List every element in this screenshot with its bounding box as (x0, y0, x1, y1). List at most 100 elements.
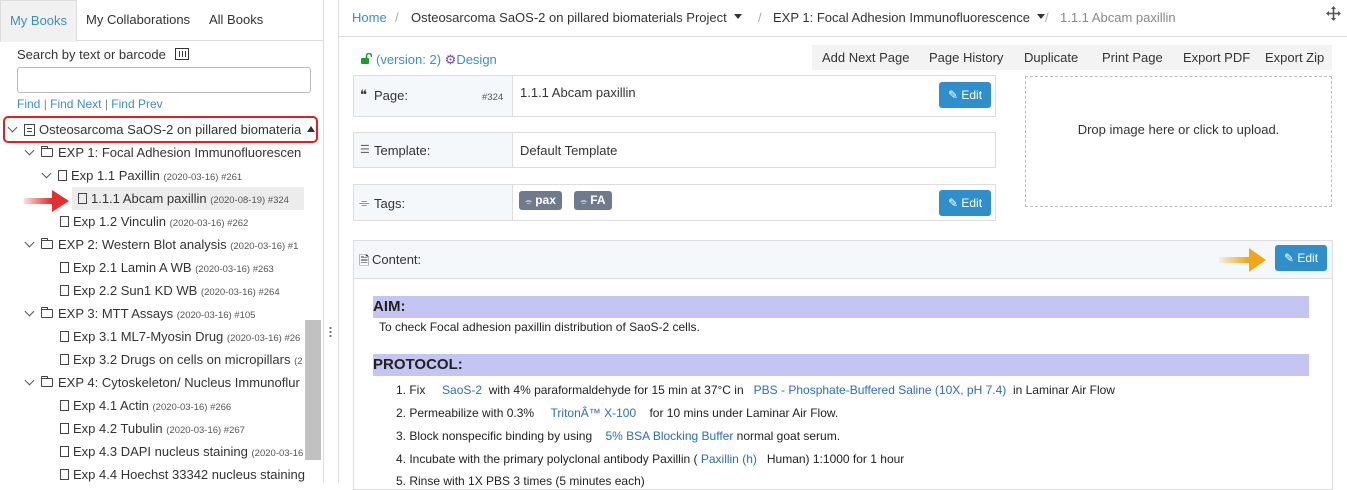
reagent-link[interactable]: PBS - Phosphate-Buffered Saline (10X, pH… (754, 383, 1007, 397)
page-icon (60, 262, 69, 274)
page-icon (60, 285, 69, 297)
image-drop-zone[interactable]: Drop image here or click to upload. (1025, 76, 1332, 207)
tree-node-label: 1.1.1 Abcam paxillin (91, 191, 207, 206)
page-history-button[interactable]: Page History (929, 45, 1003, 70)
pointer-arrow-icon (1219, 248, 1266, 272)
tree-node-page-324[interactable]: 1.1.1 Abcam paxillin (2020-08-19) #324 (78, 187, 289, 210)
tree-node-exp43[interactable]: Exp 4.3 DAPI nucleus staining (2020-03-1… (60, 440, 303, 463)
tree-node-label: EXP 4: Cytoskeleton/ Nucleus Immunoflur (58, 375, 300, 390)
tree-node-exp42[interactable]: Exp 4.2 Tubulin (2020-03-16) #267 (60, 417, 245, 440)
protocol-step: 3. Block nonspecific binding by using 5%… (396, 429, 840, 443)
export-zip-button[interactable]: Export Zip (1265, 45, 1324, 70)
aim-heading: AIM: (373, 296, 1309, 318)
barcode-icon[interactable] (175, 48, 189, 60)
page-field-label: Page: (374, 88, 408, 103)
tree-node-label: Exp 4.2 Tubulin (73, 421, 163, 436)
gear-icon: ⚙ (444, 52, 457, 67)
version-link[interactable]: (version: 2) (376, 52, 441, 67)
tree-node-label: Exp 3.2 Drugs on cells on micropillars (73, 352, 291, 367)
tree-node-exp21[interactable]: Exp 2.1 Lamin A WB (2020-03-16) #263 (60, 256, 274, 279)
reagent-link[interactable]: Paxillin (h) (701, 452, 757, 466)
chevron-down-icon[interactable] (25, 147, 35, 157)
tree-node-meta: (2020-03-16) #262 (169, 218, 249, 229)
chevron-down-icon[interactable] (42, 170, 52, 180)
tags-field-label-cell: ⌯ Tags: (354, 185, 513, 220)
page-icon (78, 193, 87, 205)
edit-label: Edit (1297, 251, 1319, 265)
reagent-link[interactable]: TritonÂ™ X-100 (551, 406, 637, 420)
tree-node-exp12[interactable]: Exp 1.2 Vinculin (2020-03-16) #262 (60, 210, 248, 233)
tree-node-exp41[interactable]: Exp 4.1 Actin (2020-03-16) #266 (60, 394, 231, 417)
pencil-icon: ✎ (947, 196, 962, 210)
breadcrumb-experiment[interactable]: EXP 1: Focal Adhesion Immunofluorescence (773, 0, 1046, 36)
tree-node-label: EXP 3: MTT Assays (58, 306, 174, 321)
quote-icon: ❝ (360, 87, 367, 102)
tree-node-label: Exp 4.3 DAPI nucleus staining (73, 444, 248, 459)
page-edit-button[interactable]: ✎ Edit (939, 82, 991, 108)
tree-node-exp44[interactable]: Exp 4.4 Hoechst 33342 nucleus staining (60, 463, 305, 483)
duplicate-button[interactable]: Duplicate (1024, 45, 1078, 70)
tree-node-label: Exp 1.2 Vinculin (73, 214, 166, 229)
breadcrumb-home[interactable]: Home (352, 0, 387, 36)
breadcrumb-project[interactable]: Osteosarcoma SaOS-2 on pillared biomater… (411, 0, 742, 36)
tag-label: FA (590, 193, 606, 207)
reagent-link[interactable]: SaoS-2 (442, 383, 482, 397)
tags-field-label: Tags: (374, 196, 406, 211)
splitter-handle[interactable] (329, 326, 332, 338)
tree-node-meta: (2020-03-16) #26 (226, 333, 301, 344)
step-text: 3. Block nonspecific binding by using (396, 429, 593, 443)
find-prev-link[interactable]: Find Prev (111, 97, 162, 111)
tree-node-exp31[interactable]: Exp 3.1 ML7-Myosin Drug (2020-03-16) #26 (60, 325, 300, 348)
caret-up-icon[interactable] (307, 126, 315, 132)
chevron-down-icon[interactable] (25, 377, 35, 387)
step-text: 4. Incubate with the primary polyclonal … (396, 452, 698, 466)
folder-icon (41, 307, 53, 319)
tab-my-collaborations[interactable]: My Collaborations (86, 0, 190, 40)
step-text: in Laminar Air Flow (1012, 383, 1115, 397)
caret-down-icon (733, 14, 742, 20)
tree-node-label: Exp 2.2 Sun1 KD WB (73, 283, 198, 298)
tree-node-exp22[interactable]: Exp 2.2 Sun1 KD WB (2020-03-16) #264 (60, 279, 280, 302)
reagent-link[interactable]: 5% BSA Blocking Buffer (605, 429, 733, 443)
tree-node-meta: (2020-08-19) #324 (210, 195, 289, 206)
tree-node-exp2[interactable]: EXP 2: Western Blot analysis (2020-03-16… (25, 233, 298, 256)
search-input[interactable] (17, 67, 311, 93)
content-edit-button[interactable]: ✎ Edit (1275, 245, 1327, 271)
highlight-box (3, 116, 318, 143)
tab-my-books[interactable]: My Books (0, 0, 77, 42)
find-links: Find | Find Next | Find Prev (17, 97, 163, 111)
tag-chip[interactable]: ⌯ FA (574, 191, 612, 210)
tree-node-exp1[interactable]: EXP 1: Focal Adhesion Immunofluorescen (25, 141, 301, 164)
find-next-link[interactable]: Find Next (50, 97, 101, 111)
step-text: Human) 1:1000 for 1 hour (766, 452, 905, 466)
chevron-down-icon[interactable] (25, 308, 35, 318)
print-page-button[interactable]: Print Page (1102, 45, 1163, 70)
tree-node-meta: (2020-03-16) #261 (163, 172, 243, 183)
export-pdf-button[interactable]: Export PDF (1183, 45, 1250, 70)
add-next-page-button[interactable]: Add Next Page (822, 45, 909, 70)
tree-node-exp32[interactable]: Exp 3.2 Drugs on cells on micropillars (… (60, 348, 303, 371)
step-text: 2. Permeabilize with 0.3% (396, 406, 535, 420)
chevron-down-icon[interactable] (25, 239, 35, 249)
tree-node-label: Exp 4.1 Actin (73, 398, 149, 413)
tree-node-exp11[interactable]: Exp 1.1 Paxillin (2020-03-16) #261 (42, 164, 242, 187)
move-icon[interactable] (1326, 6, 1341, 21)
page-icon (60, 446, 69, 458)
find-link[interactable]: Find (17, 97, 40, 111)
tree-node-label: EXP 1: Focal Adhesion Immunofluorescen (58, 145, 302, 160)
tag-chip[interactable]: ⌯ pax (519, 191, 562, 210)
template-field-label: Template: (374, 143, 431, 158)
tab-all-books[interactable]: All Books (209, 0, 263, 40)
design-link[interactable]: Design (456, 52, 496, 67)
unlock-icon (361, 53, 372, 64)
tags-edit-button[interactable]: ✎ Edit (939, 190, 991, 216)
page-field-label-cell: ❝ Page: #324 (354, 76, 513, 116)
protocol-step: 2. Permeabilize with 0.3% TritonÂ™ X-100… (396, 406, 838, 420)
tree-node-exp3[interactable]: EXP 3: MTT Assays (2020-03-16) #105 (25, 302, 255, 325)
tree-node-exp4[interactable]: EXP 4: Cytoskeleton/ Nucleus Immunoflur (25, 371, 300, 394)
template-value: Default Template (520, 143, 618, 158)
tree-scrollbar[interactable] (305, 320, 321, 460)
tree-node-meta: (2020-03-16) #264 (200, 287, 280, 298)
pencil-icon: ✎ (1283, 251, 1298, 265)
book-tabs: My Books My Collaborations All Books (0, 0, 323, 42)
